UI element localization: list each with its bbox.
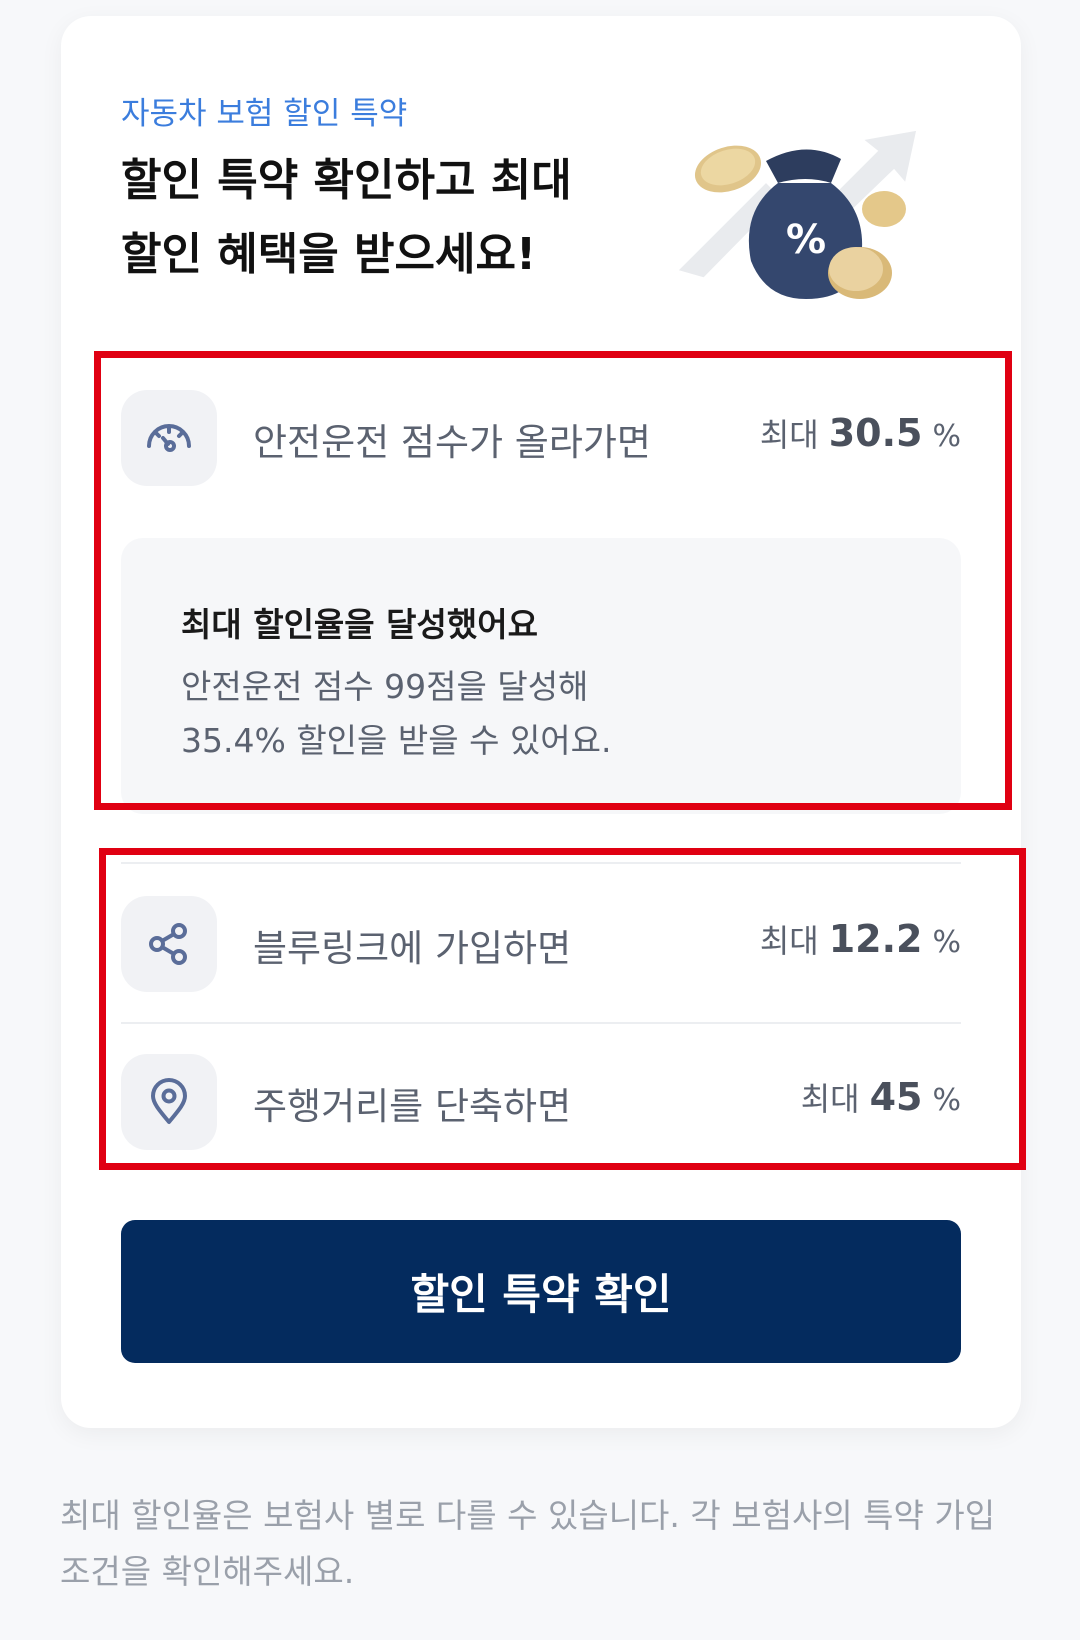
page: 자동차 보험 할인 특약 할인 특약 확인하고 최대 할인 혜택을 받으세요! … [0, 0, 1080, 1640]
bag-percent-symbol: % [786, 217, 826, 263]
discount-card: 자동차 보험 할인 특약 할인 특약 확인하고 최대 할인 혜택을 받으세요! … [61, 16, 1026, 1428]
check-discount-button[interactable]: 할인 특약 확인 [121, 1220, 961, 1363]
highlight-box-safe-driving [94, 351, 1012, 810]
footnote-disclaimer: 최대 할인율은 보험사 별로 다를 수 있습니다. 각 보험사의 특약 가입 조… [60, 1496, 996, 1591]
card-eyebrow: 자동차 보험 할인 특약 [121, 96, 408, 132]
bag-neck [766, 149, 841, 183]
highlight-box-other-discounts [99, 848, 1026, 1170]
card-headline: 할인 특약 확인하고 최대 할인 혜택을 받으세요! [121, 155, 572, 280]
coin-right [862, 191, 906, 227]
coin-bottom-face [829, 247, 883, 291]
money-bag-illustration: % [673, 127, 920, 299]
